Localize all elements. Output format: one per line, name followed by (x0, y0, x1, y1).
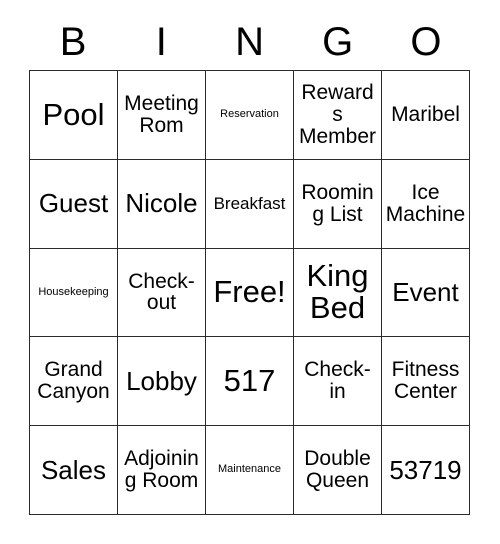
header-letter-i: I (155, 20, 167, 64)
bingo-cell-b3[interactable]: Housekeeping (30, 248, 118, 338)
bingo-cell-label: Pool (42, 96, 105, 132)
bingo-card: B I N G O Pool Meeting Rom Reservation R… (0, 0, 500, 544)
bingo-cell-g5[interactable]: Double Queen (294, 426, 382, 515)
bingo-cell-o5[interactable]: 53719 (382, 426, 470, 515)
bingo-cell-o4[interactable]: Fitness Center (382, 337, 470, 427)
bingo-cell-o1[interactable]: Maribel (382, 71, 470, 160)
bingo-cell-b4[interactable]: Grand Canyon (30, 337, 118, 427)
bingo-cell-label: 517 (223, 363, 276, 399)
bingo-cell-free-space[interactable]: Free! (206, 248, 294, 338)
bingo-cell-label: 53719 (389, 454, 462, 485)
bingo-cell-label: Maribel (391, 102, 460, 126)
bingo-cell-label: Ice Machine (385, 180, 466, 226)
bingo-cell-label: Rooming List (301, 180, 374, 226)
bingo-cell-label: Grand Canyon (37, 358, 110, 404)
bingo-cell-label: Sales (40, 454, 107, 485)
bingo-cell-i2[interactable]: Nicole (118, 159, 206, 249)
bingo-cell-label: Check-in (304, 358, 371, 404)
bingo-cell-label: Guest (38, 188, 109, 219)
bingo-cell-g3[interactable]: King Bed (294, 248, 382, 338)
bingo-cell-label: Breakfast (213, 193, 286, 213)
bingo-cell-label: Housekeeping (38, 285, 109, 298)
bingo-cell-label: Lobby (126, 365, 197, 396)
bingo-cell-o3[interactable]: Event (382, 248, 470, 338)
header-letter-b: B (59, 20, 87, 64)
bingo-grid: Pool Meeting Rom Reservation Rewards Mem… (29, 70, 470, 515)
bingo-cell-n2[interactable]: Breakfast (206, 159, 294, 249)
bingo-cell-g4[interactable]: Check-in (294, 337, 382, 427)
bingo-cell-label: Adjoining Room (124, 447, 199, 493)
bingo-cell-b5[interactable]: Sales (30, 426, 118, 515)
bingo-cell-n1[interactable]: Reservation (206, 71, 294, 160)
bingo-cell-label: Nicole (125, 188, 198, 219)
header-letter-n: N (235, 20, 264, 64)
bingo-cell-label: Reservation (220, 108, 279, 121)
bingo-cell-label: Double Queen (304, 447, 371, 493)
bingo-cell-label: Fitness Center (391, 358, 460, 404)
bingo-cell-b2[interactable]: Guest (30, 159, 118, 249)
bingo-cell-label: Free! (213, 274, 286, 310)
bingo-cell-n5[interactable]: Maintenance (206, 426, 294, 515)
bingo-cell-g1[interactable]: Rewards Member (294, 71, 382, 160)
bingo-cell-label: King Bed (306, 258, 369, 326)
bingo-cell-o2[interactable]: Ice Machine (382, 159, 470, 249)
bingo-cell-n4[interactable]: 517 (206, 337, 294, 427)
bingo-cell-label: Meeting Rom (124, 92, 199, 137)
bingo-cell-label: Check-out (128, 269, 195, 315)
bingo-cell-i5[interactable]: Adjoining Room (118, 426, 206, 515)
bingo-cell-g2[interactable]: Rooming List (294, 159, 382, 249)
bingo-header-letters: B I N G O (29, 14, 470, 70)
bingo-cell-b1[interactable]: Pool (30, 71, 118, 160)
header-letter-g: G (322, 20, 354, 64)
bingo-cell-i1[interactable]: Meeting Rom (118, 71, 206, 160)
bingo-cell-i3[interactable]: Check-out (118, 248, 206, 338)
bingo-cell-label: Rewards Member (298, 81, 377, 148)
bingo-cell-label: Event (392, 276, 459, 307)
bingo-cell-i4[interactable]: Lobby (118, 337, 206, 427)
header-letter-o: O (410, 20, 442, 64)
bingo-cell-label: Maintenance (218, 463, 281, 476)
